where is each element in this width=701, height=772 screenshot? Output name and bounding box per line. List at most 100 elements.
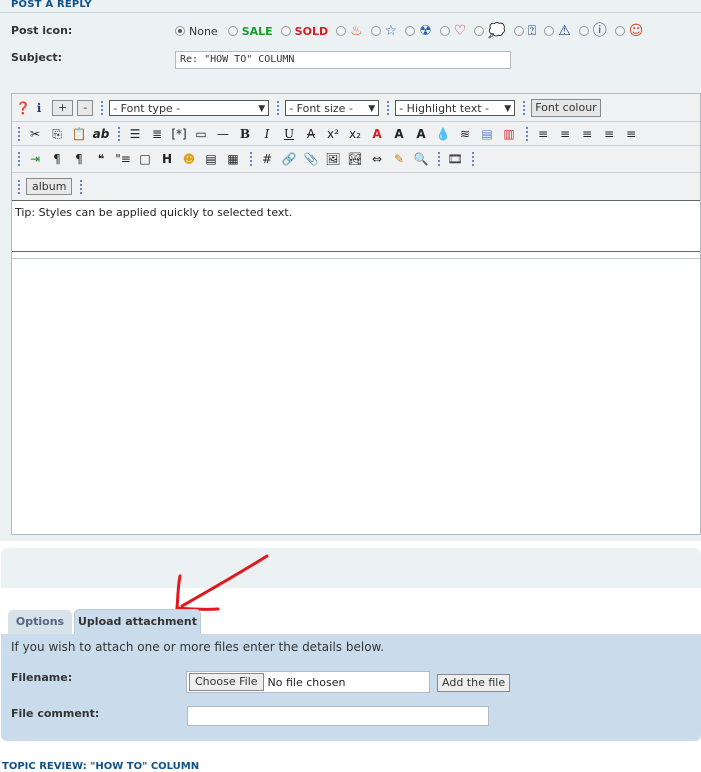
italic-icon[interactable]: I: [258, 125, 276, 143]
radio-heart[interactable]: [439, 26, 450, 36]
drop-icon[interactable]: 💧: [434, 125, 452, 143]
font-shadow-icon[interactable]: A: [412, 125, 430, 143]
radio-warning[interactable]: [544, 26, 555, 36]
radio-radioactive[interactable]: [405, 26, 416, 36]
warning-icon: ⚠: [558, 23, 571, 39]
spellcheck-icon[interactable]: ab: [92, 125, 110, 143]
paste-icon[interactable]: 📋: [70, 125, 88, 143]
align-left-icon[interactable]: ≡: [534, 125, 552, 143]
font-color-icon[interactable]: A: [368, 125, 386, 143]
font-colour-button[interactable]: Font colour: [531, 98, 601, 117]
rainbow-icon[interactable]: ▥: [500, 125, 518, 143]
code-icon[interactable]: "≡: [114, 150, 132, 168]
flash-icon[interactable]: ⇔: [368, 150, 386, 168]
post-icon-label: Post icon:: [11, 24, 73, 37]
radio-sold[interactable]: [280, 26, 291, 36]
divider: [0, 12, 701, 13]
superscript-icon[interactable]: x²: [324, 125, 342, 143]
radio-smiley[interactable]: [614, 26, 625, 36]
radioactive-icon: ☢: [419, 23, 432, 39]
post-icon-options: None SALE SOLD ♨ ☆ ☢ ♡ 💭 ⍰ ⚠ ⓘ ☺: [175, 21, 651, 41]
quote-icon[interactable]: ❝: [92, 150, 110, 168]
file-comment-input[interactable]: [187, 706, 489, 726]
horizontal-rule-icon[interactable]: —: [214, 125, 232, 143]
link-icon[interactable]: 🔗: [280, 150, 298, 168]
subject-input[interactable]: Re: "HOW TO" COLUMN: [175, 51, 511, 69]
wave-icon[interactable]: ≋: [456, 125, 474, 143]
attachment-icon[interactable]: 📎: [302, 150, 320, 168]
no-file-text: No file chosen: [267, 675, 346, 689]
radio-flame[interactable]: [336, 26, 347, 36]
tip-box: Tip: Styles can be applied quickly to se…: [12, 200, 700, 252]
attachment-hint: If you wish to attach one or more files …: [11, 640, 385, 654]
search-icon[interactable]: 🔍: [412, 150, 430, 168]
toolbar-grip: [18, 126, 22, 141]
cut-icon[interactable]: ✂: [26, 125, 44, 143]
toolbar-grip: [438, 152, 442, 166]
subscript-icon[interactable]: x₂: [346, 125, 364, 143]
toolbar-grip: [472, 152, 476, 166]
radio-question[interactable]: [513, 26, 524, 36]
image-icon[interactable]: 🖼: [324, 150, 342, 168]
zoom-in-button[interactable]: +: [52, 99, 74, 116]
info-icon[interactable]: ℹ: [30, 99, 48, 117]
section-heading: POST A REPLY: [11, 0, 92, 10]
align-right-icon[interactable]: ≡: [578, 125, 596, 143]
toolbar-grip: [18, 179, 22, 194]
underline-icon[interactable]: U: [280, 125, 298, 143]
zoom-out-button[interactable]: -: [77, 99, 94, 116]
exit-icon[interactable]: ⇥: [26, 150, 44, 168]
heading-icon[interactable]: H: [158, 150, 176, 168]
smiley-face-icon[interactable]: ☻: [180, 150, 198, 168]
copy-icon[interactable]: ⎘: [48, 125, 66, 143]
list-item-icon[interactable]: [*]: [170, 125, 188, 143]
highlight-select[interactable]: - Highlight text - ▼: [395, 99, 516, 116]
question-icon: ⍰: [527, 23, 537, 39]
heart-icon: ♡: [453, 23, 467, 39]
list-doc-icon[interactable]: ▤: [202, 150, 220, 168]
page-icon[interactable]: ▭: [192, 125, 210, 143]
radio-sale[interactable]: [227, 26, 238, 36]
star-icon: ☆: [384, 23, 398, 39]
tab-upload-attachment[interactable]: Upload attachment: [74, 609, 201, 634]
chevron-down-icon: ▼: [368, 103, 376, 114]
ltr-icon[interactable]: ¶: [48, 150, 66, 168]
tab-options[interactable]: Options: [8, 610, 72, 634]
font-type-select[interactable]: - Font type - ▼: [109, 99, 270, 116]
hash-icon[interactable]: #: [258, 150, 276, 168]
sold-icon: SOLD: [294, 24, 329, 38]
justify-icon[interactable]: ≡: [600, 125, 618, 143]
eraser-icon[interactable]: ✎: [390, 150, 408, 168]
rtl-icon[interactable]: ¶: [70, 150, 88, 168]
toolbar-row-3: ⇥ ¶ ¶ ❝ "≡ □ H ☻ ▤ ▦ # 🔗 📎 🖼 🏞 ⇔ ✎ 🔍 🎞: [12, 146, 700, 173]
picture-icon[interactable]: 🏞: [346, 150, 364, 168]
toolbar-grip: [101, 100, 105, 115]
bullet-list-icon[interactable]: ☰: [126, 125, 144, 143]
file-input[interactable]: Choose File No file chosen: [186, 671, 430, 693]
film-icon[interactable]: 🎞: [446, 150, 464, 168]
smiley-icon: ☺: [628, 23, 644, 39]
gradient-icon[interactable]: ▤: [478, 125, 496, 143]
numbered-list-icon[interactable]: ≣: [148, 125, 166, 143]
strikethrough-icon[interactable]: A: [302, 125, 320, 143]
radio-speech[interactable]: [474, 26, 485, 36]
align-center-icon[interactable]: ≡: [556, 125, 574, 143]
font-grow-icon[interactable]: A: [390, 125, 408, 143]
choose-file-button[interactable]: Choose File: [189, 673, 264, 691]
add-file-button[interactable]: Add the file: [437, 674, 511, 692]
filename-label: Filename:: [11, 671, 73, 684]
toolbar-grip: [526, 126, 530, 141]
album-button[interactable]: album: [26, 178, 73, 195]
flame-icon: ♨: [350, 23, 363, 39]
indent-icon[interactable]: ≡: [622, 125, 640, 143]
font-size-select[interactable]: - Font size - ▼: [285, 99, 380, 116]
bold-icon[interactable]: B: [236, 125, 254, 143]
options-panel: [1, 548, 701, 588]
table-icon[interactable]: ▦: [224, 150, 242, 168]
blank-box-icon[interactable]: □: [136, 150, 154, 168]
message-textarea[interactable]: [12, 258, 700, 534]
radio-none[interactable]: [175, 26, 185, 36]
radio-info[interactable]: [578, 26, 589, 36]
radio-star[interactable]: [370, 26, 381, 36]
tip-text: Tip: Styles can be applied quickly to se…: [15, 206, 293, 219]
